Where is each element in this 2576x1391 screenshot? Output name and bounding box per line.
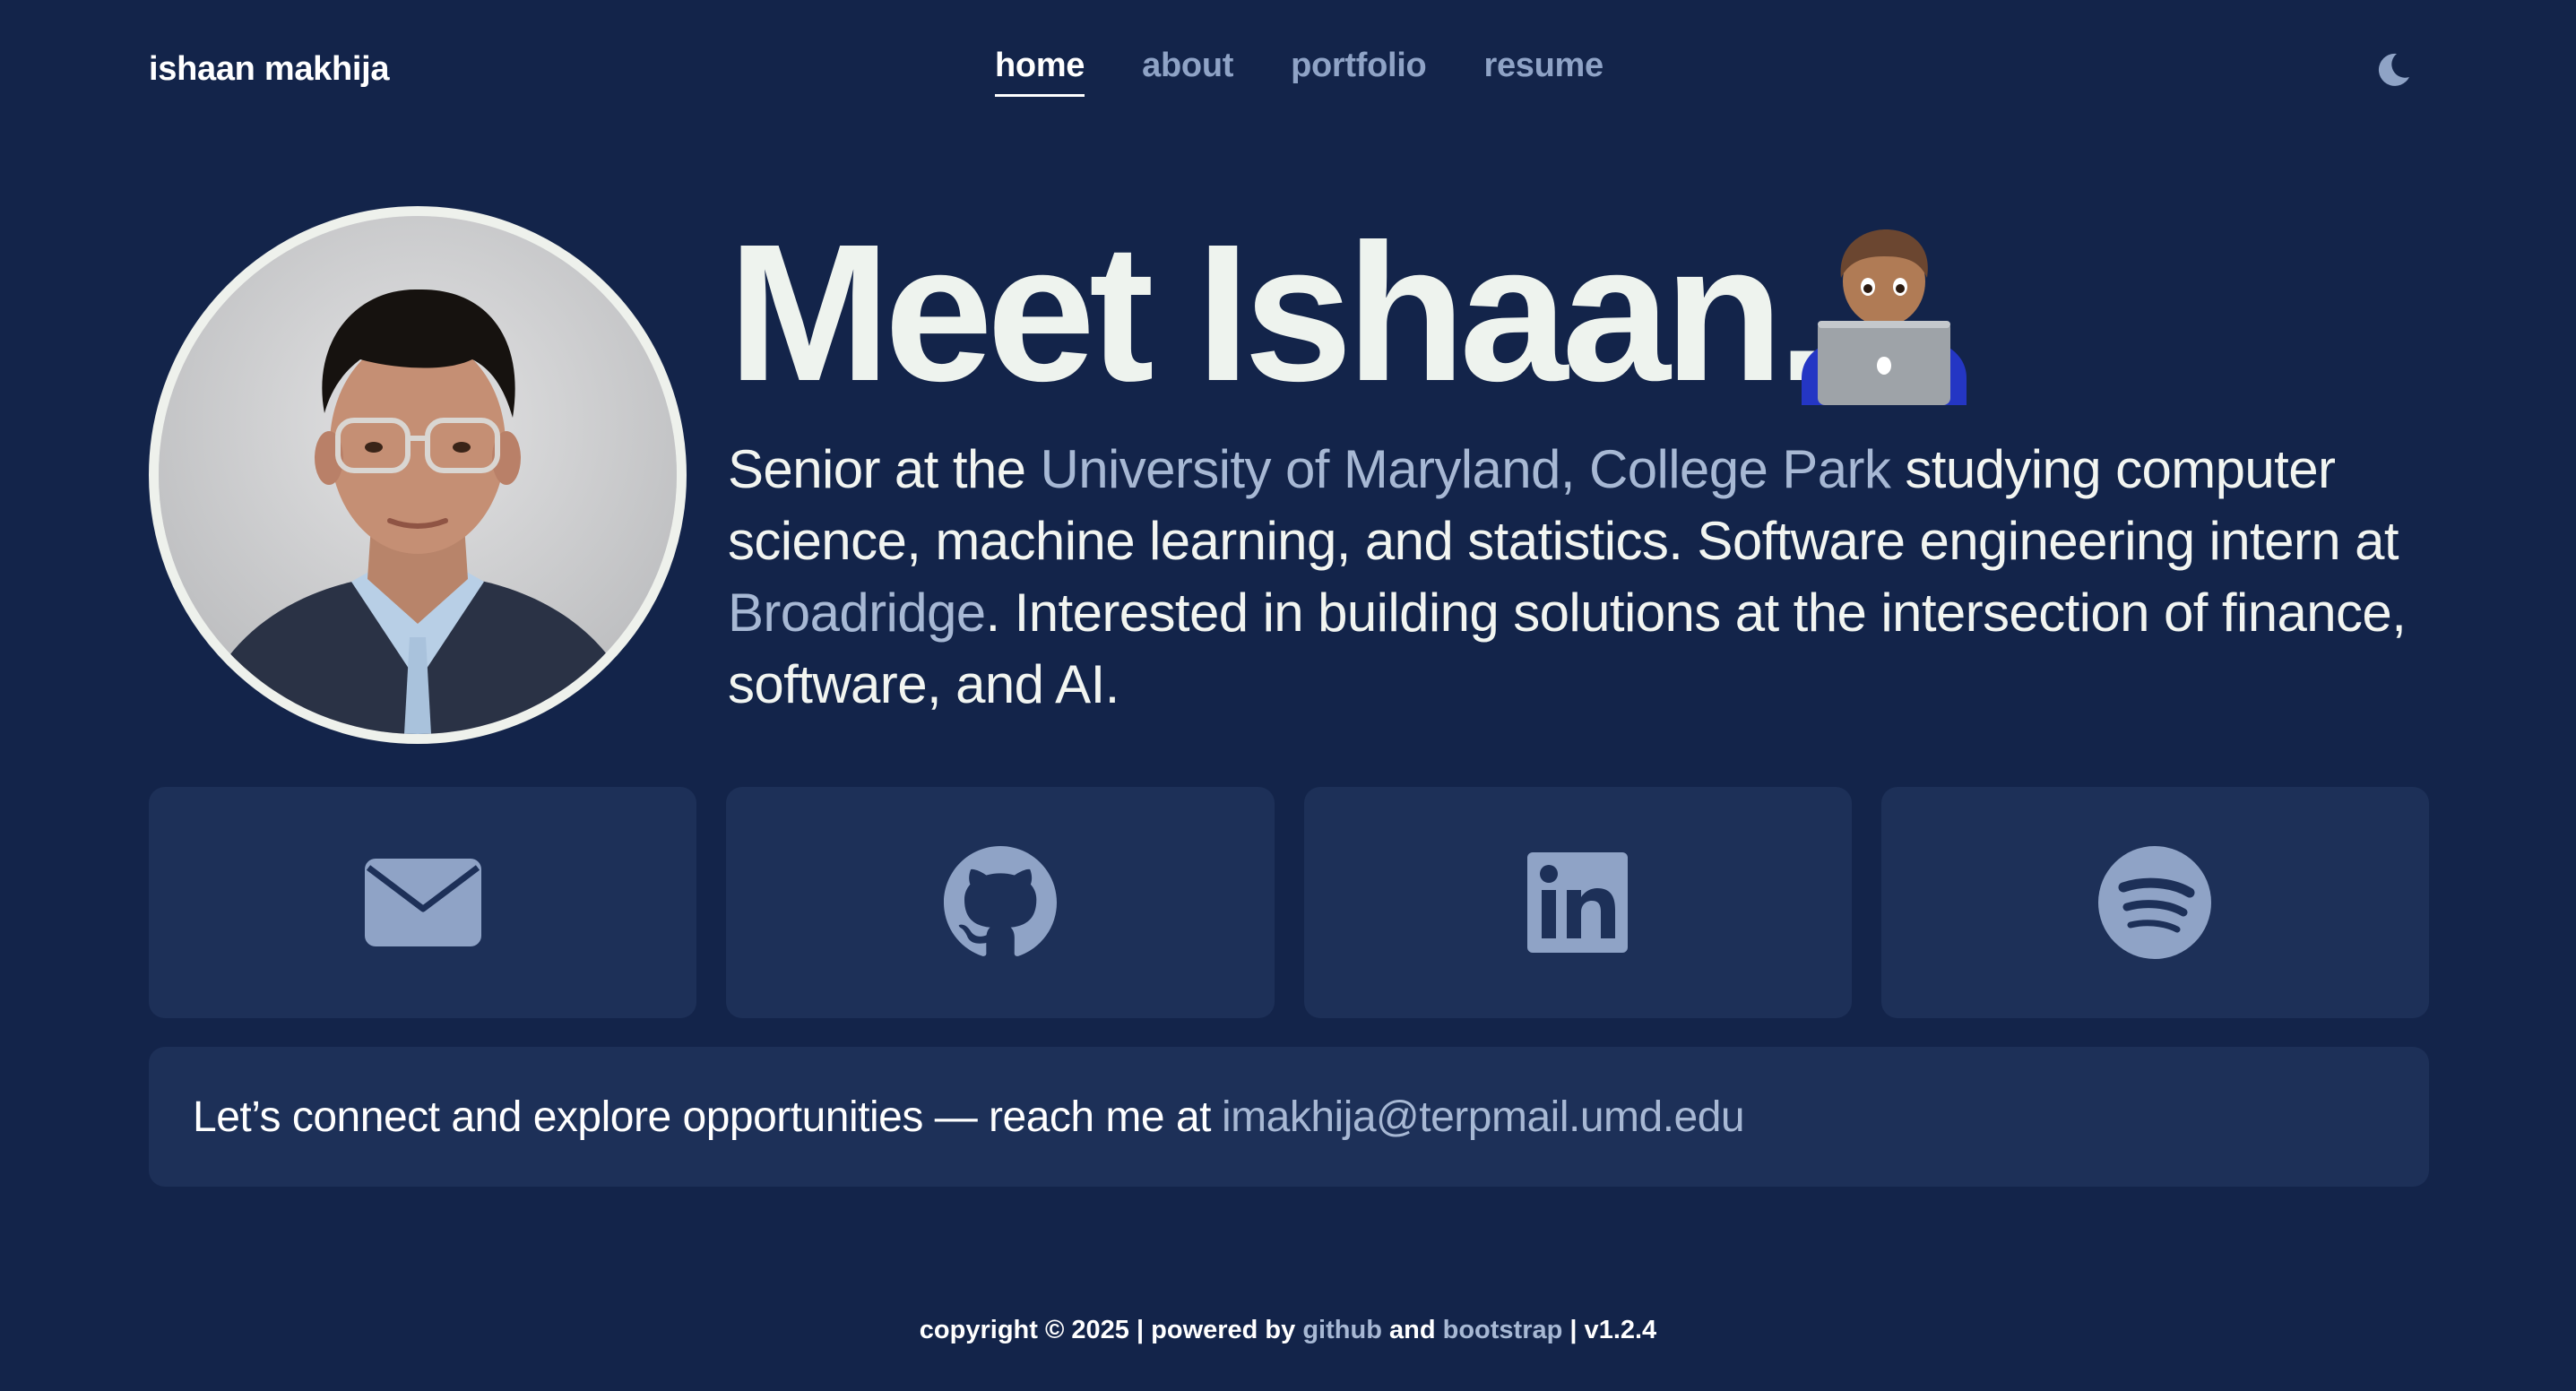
bio-paragraph: Senior at the University of Maryland, Co… — [728, 434, 2422, 721]
nav-item-home[interactable]: home — [995, 47, 1085, 97]
footer-and: and — [1388, 1316, 1436, 1344]
footer-bootstrap-link[interactable]: bootstrap — [1443, 1316, 1563, 1344]
man-technologist-emoji — [1802, 226, 1967, 405]
footer-github-link[interactable]: github — [1302, 1316, 1382, 1344]
spotify-card[interactable] — [1880, 787, 2429, 1018]
email-link[interactable]: imakhija@terpmail.umd.edu — [1222, 1093, 1745, 1142]
bio-text-1: Senior at the — [728, 439, 1041, 499]
hero-title: Meet Ishaan. — [728, 204, 1831, 422]
footer-version: | v1.2.4 — [1569, 1316, 1657, 1344]
footer-copyright: copyright © 2025 | powered by — [919, 1316, 1296, 1344]
brand-name[interactable]: ishaan makhija — [149, 50, 390, 89]
nav-item-portfolio[interactable]: portfolio — [1291, 47, 1427, 97]
company-link[interactable]: Broadridge — [728, 583, 986, 643]
footer: copyright © 2025 | powered by github and… — [0, 1316, 2576, 1345]
envelope-icon — [364, 859, 481, 946]
connect-banner: Let’s connect and explore opportunities … — [149, 1047, 2429, 1187]
main-nav: home about portfolio resume — [995, 47, 1604, 97]
nav-item-resume[interactable]: resume — [1483, 47, 1604, 97]
moon-icon — [2378, 53, 2409, 86]
spotify-icon — [2098, 846, 2212, 959]
linkedin-icon — [1527, 852, 1629, 953]
github-card[interactable] — [726, 787, 1275, 1018]
connect-text: Let’s connect and explore opportunities … — [193, 1093, 1211, 1141]
email-card[interactable] — [149, 787, 697, 1018]
nav-item-about[interactable]: about — [1142, 47, 1233, 97]
page: ishaan makhija home about portfolio resu… — [0, 0, 2576, 1391]
theme-toggle-button[interactable] — [2373, 50, 2413, 90]
social-cards — [149, 787, 2429, 1018]
linkedin-card[interactable] — [1303, 787, 1852, 1018]
github-icon — [943, 846, 1057, 956]
university-link[interactable]: University of Maryland, College Park — [1041, 439, 1891, 499]
profile-photo — [149, 206, 687, 744]
